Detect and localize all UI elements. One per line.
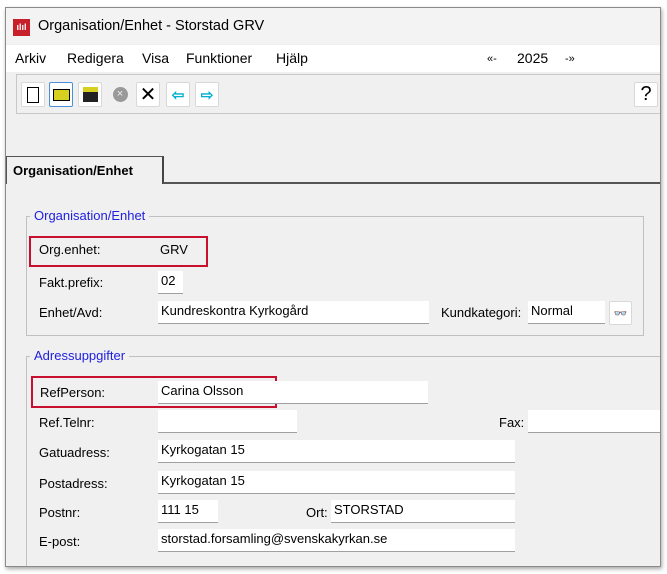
menu-funktioner[interactable]: Funktioner <box>186 50 252 66</box>
kundkategori-label: Kundkategori: <box>441 305 522 320</box>
cancel-button[interactable]: × <box>108 82 132 107</box>
window-title: Organisation/Enhet - Storstad GRV <box>38 18 265 34</box>
save-button[interactable] <box>78 82 102 107</box>
fax-input[interactable] <box>528 410 660 433</box>
cancel-circle-icon: × <box>112 87 128 102</box>
menu-hjalp[interactable]: Hjälp <box>276 50 308 66</box>
next-year-button[interactable]: -» <box>565 53 575 65</box>
arrow-right-icon: ⇨ <box>200 86 214 104</box>
new-document-icon <box>27 86 39 103</box>
tab-divider <box>163 182 660 184</box>
ref-telnr-label: Ref.Telnr: <box>39 415 95 430</box>
org-enhet-value: GRV <box>160 242 188 257</box>
refperson-input[interactable]: Carina Olsson <box>158 381 428 404</box>
binoculars-icon: 👓 <box>613 307 628 320</box>
title-bar: ılıl Organisation/Enhet - Storstad GRV <box>6 8 660 44</box>
fax-label: Fax: <box>499 415 525 430</box>
delete-button[interactable]: ✕ <box>136 82 160 107</box>
epost-input[interactable]: storstad.forsamling@svenskakyrkan.se <box>158 529 515 552</box>
previous-button[interactable]: ⇦ <box>166 82 190 107</box>
fakt-prefix-label: Fakt.prefix: <box>39 275 104 290</box>
open-folder-icon <box>52 88 70 101</box>
toolbar: × ✕ ⇦ ⇨ ? <box>16 74 660 114</box>
enhet-avd-label: Enhet/Avd: <box>39 305 103 320</box>
ref-telnr-input[interactable] <box>158 410 297 433</box>
kundkategori-input[interactable]: Normal <box>528 301 605 324</box>
enhet-avd-input[interactable]: Kundreskontra Kyrkogård <box>158 301 429 324</box>
save-disk-icon <box>82 87 98 102</box>
gatuadress-input[interactable]: Kyrkogatan 15 <box>158 440 515 463</box>
menu-visa[interactable]: Visa <box>142 50 169 66</box>
ort-label: Ort: <box>306 505 328 520</box>
help-button[interactable]: ? <box>634 82 658 107</box>
fakt-prefix-input[interactable]: 02 <box>158 271 183 294</box>
postadress-input[interactable]: Kyrkogatan 15 <box>158 471 515 494</box>
address-group-legend: Adressuppgifter <box>30 348 130 363</box>
postadress-label: Postadress: <box>39 476 108 491</box>
org-group-legend: Organisation/Enhet <box>30 208 150 223</box>
chart-bars-icon: ılıl <box>13 19 30 36</box>
prev-year-button[interactable]: «- <box>487 53 497 65</box>
main-window: ılıl Organisation/Enhet - Storstad GRV A… <box>5 7 661 567</box>
menu-arkiv[interactable]: Arkiv <box>15 50 46 66</box>
menu-redigera[interactable]: Redigera <box>67 50 124 66</box>
ort-input[interactable]: STORSTAD <box>331 500 515 523</box>
org-enhet-label: Org.enhet: <box>39 242 101 257</box>
postnr-label: Postnr: <box>39 505 81 520</box>
delete-x-icon: ✕ <box>139 84 157 106</box>
next-button[interactable]: ⇨ <box>195 82 219 107</box>
menu-bar: Arkiv Redigera Visa Funktioner Hjälp «- … <box>6 45 660 72</box>
arrow-left-icon: ⇦ <box>171 86 185 104</box>
refperson-label: RefPerson: <box>40 385 106 400</box>
tab-organisation-enhet[interactable]: Organisation/Enhet <box>6 156 164 184</box>
open-button[interactable] <box>49 82 73 107</box>
epost-label: E-post: <box>39 534 81 549</box>
gatuadress-label: Gatuadress: <box>39 445 110 460</box>
new-document-button[interactable] <box>21 82 45 107</box>
search-kundkategori-button[interactable]: 👓 <box>609 301 632 325</box>
postnr-input[interactable]: 111 15 <box>158 500 218 523</box>
year-label: 2025 <box>517 50 549 66</box>
